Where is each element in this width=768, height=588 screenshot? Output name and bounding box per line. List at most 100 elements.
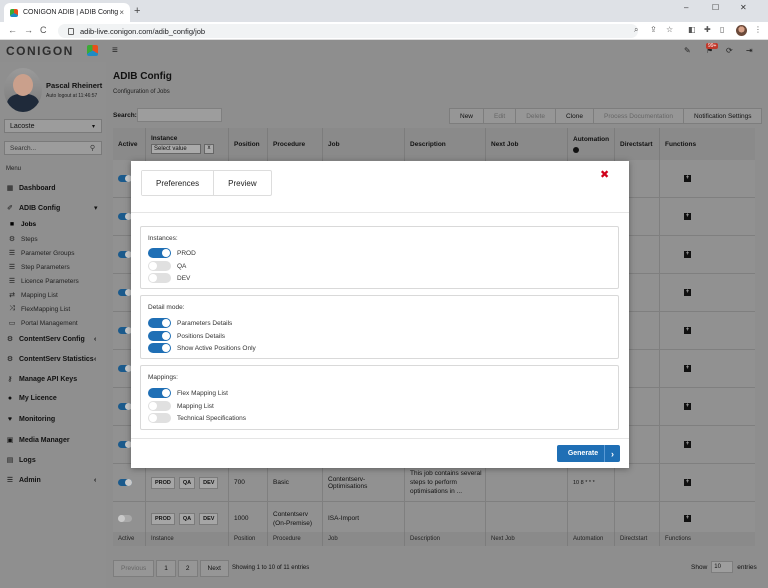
flex-mapping-toggle[interactable] [148, 388, 171, 398]
active-toggle[interactable] [118, 479, 132, 486]
active-toggle[interactable] [118, 175, 132, 182]
col-active[interactable]: Active [113, 128, 146, 160]
dev-toggle[interactable] [148, 273, 171, 283]
kebab-menu-icon[interactable]: ⋮ [754, 25, 762, 34]
sidebar-subitem-steps[interactable]: ⚙ Steps [8, 235, 38, 244]
sidebar-subitem-parameter-groups[interactable]: ☰ Parameter Groups [8, 249, 75, 258]
mapping-list-toggle[interactable] [148, 401, 171, 411]
page-1-button[interactable]: 1 [156, 560, 176, 577]
technical-specs-toggle[interactable] [148, 413, 171, 423]
active-toggle[interactable] [118, 289, 132, 296]
col-job[interactable]: Job [323, 128, 405, 160]
active-toggle[interactable] [118, 441, 132, 448]
edit-button[interactable]: Edit [484, 109, 517, 123]
table-row[interactable]: PROD QA DEV 700 Basic Contentserv-Optimi… [113, 464, 755, 502]
clone-button[interactable]: Clone [556, 109, 594, 123]
client-select[interactable]: Lacoste ▾ [4, 119, 102, 133]
table-row[interactable]: PROD QA DEV 1000 Contentserv (On-Premise… [113, 502, 755, 536]
col-next-job[interactable]: Next Job [486, 128, 568, 160]
active-toggle[interactable] [118, 515, 132, 522]
col-position[interactable]: Position [229, 128, 268, 160]
active-positions-toggle[interactable] [148, 343, 171, 353]
sidebar-item-logs[interactable]: ▤ Logs [6, 456, 36, 465]
search-icon[interactable]: ⚲ [90, 144, 95, 152]
sidebar-item-monitoring[interactable]: ♥ Monitoring [6, 416, 55, 423]
sidebar-item-admin[interactable]: ☰ Admin ‹ [6, 476, 96, 485]
instance-pill-qa[interactable]: QA [178, 476, 196, 489]
instance-filter-select[interactable]: Select value [151, 144, 201, 154]
qa-toggle[interactable] [148, 261, 171, 271]
maximize-icon[interactable]: ☐ [712, 3, 719, 12]
sidebar-subitem-licence-parameters[interactable]: ☰ Licence Parameters [8, 277, 79, 286]
col-directstart[interactable]: Directstart [615, 128, 660, 160]
instance-pill-dev[interactable]: DEV [199, 476, 219, 489]
generate-button[interactable]: Generate › [557, 445, 620, 462]
active-toggle[interactable] [118, 403, 132, 410]
delete-button[interactable]: Delete [516, 109, 557, 123]
back-icon[interactable]: ← [8, 25, 17, 35]
table-search-input[interactable] [137, 108, 222, 122]
sidebar-item-manage-api-keys[interactable]: ⚷ Manage API Keys [6, 375, 77, 384]
positions-details-toggle[interactable] [148, 331, 171, 341]
url-field[interactable]: adib-live.conigon.com/adib_config/job [58, 24, 638, 38]
previous-page-button[interactable]: Previous [113, 560, 155, 577]
tab-preview[interactable]: Preview [214, 171, 270, 195]
sidebar-item-contentserv-statistics[interactable]: ⚙ ContentServ Statistics ‹ [6, 355, 96, 364]
sidebar-subitem-jobs[interactable]: ■ Jobs [8, 221, 36, 228]
sidebar-item-my-licence[interactable]: ● My Licence [6, 395, 57, 402]
sidebar-item-contentserv-config[interactable]: ⚙ ContentServ Config ‹ [6, 335, 96, 344]
active-toggle[interactable] [118, 251, 132, 258]
next-page-button[interactable]: Next [199, 560, 229, 577]
refresh-icon[interactable]: ⟳ [726, 46, 733, 55]
mapping-option-flex[interactable]: Flex Mapping List [148, 388, 228, 398]
sidepanel-icon[interactable]: ▯ [720, 25, 724, 34]
instance-pill-prod[interactable]: PROD [151, 476, 175, 489]
profile-avatar-icon[interactable] [736, 25, 747, 36]
new-tab-icon[interactable]: + [134, 5, 140, 17]
hamburger-menu-icon[interactable]: ≡ [112, 45, 118, 56]
logout-icon[interactable]: ⇥ [746, 46, 753, 55]
expand-plus-icon[interactable]: + [684, 175, 691, 182]
minimize-icon[interactable]: – [684, 3, 688, 12]
expand-plus-icon[interactable]: + [684, 479, 691, 486]
sidebar-item-media-manager[interactable]: ▣ Media Manager [6, 436, 70, 445]
mapping-option-list[interactable]: Mapping List [148, 401, 214, 411]
col-instance[interactable]: Instance Select value x [146, 128, 229, 160]
forward-icon[interactable]: → [24, 25, 33, 35]
detail-option-parameters[interactable]: Parameters Details [148, 318, 232, 328]
new-button[interactable]: New [450, 109, 485, 123]
instance-filter-clear[interactable]: x [204, 144, 214, 154]
notification-settings-button[interactable]: Notification Settings [684, 109, 761, 123]
parameters-details-toggle[interactable] [148, 318, 171, 328]
expand-plus-icon[interactable]: + [684, 327, 691, 334]
expand-plus-icon[interactable]: + [684, 289, 691, 296]
active-toggle[interactable] [118, 327, 132, 334]
tab-close-icon[interactable]: × [119, 8, 124, 17]
process-documentation-button[interactable]: Process Documentation [594, 109, 685, 123]
col-automation[interactable]: Automation [568, 128, 615, 160]
puzzle-icon[interactable]: ✚ [704, 25, 711, 34]
bookmark-icon[interactable]: ☆ [666, 25, 673, 34]
mapping-option-tech-specs[interactable]: Technical Specifications [148, 413, 246, 423]
instance-option-dev[interactable]: DEV [148, 273, 190, 283]
sidebar-item-dashboard[interactable]: ▦ Dashboard [6, 184, 56, 193]
instance-pill-prod[interactable]: PROD [151, 512, 175, 525]
instance-option-qa[interactable]: QA [148, 261, 186, 271]
prod-toggle[interactable] [148, 248, 171, 258]
sidebar-subitem-mapping-list[interactable]: ⇄ Mapping List [8, 291, 58, 300]
instance-option-prod[interactable]: PROD [148, 248, 196, 258]
instance-pill-qa[interactable]: QA [178, 512, 196, 525]
browser-tab[interactable]: CONIGON ADIB | ADIB Config × [4, 3, 130, 22]
sidebar-subitem-portal-management[interactable]: ▭ Portal Management [8, 319, 78, 328]
sidebar-search-input[interactable]: Search... ⚲ [4, 141, 102, 155]
page-2-button[interactable]: 2 [177, 560, 198, 577]
col-description[interactable]: Description [405, 128, 486, 160]
expand-plus-icon[interactable]: + [684, 365, 691, 372]
edit-icon[interactable]: ✎ [684, 46, 691, 55]
modal-close-icon[interactable]: ✖ [600, 168, 609, 181]
reload-icon[interactable]: C [40, 25, 47, 35]
expand-plus-icon[interactable]: + [684, 441, 691, 448]
expand-plus-icon[interactable]: + [684, 403, 691, 410]
detail-option-active-only[interactable]: Show Active Positions Only [148, 343, 256, 353]
detail-option-positions[interactable]: Positions Details [148, 331, 225, 341]
